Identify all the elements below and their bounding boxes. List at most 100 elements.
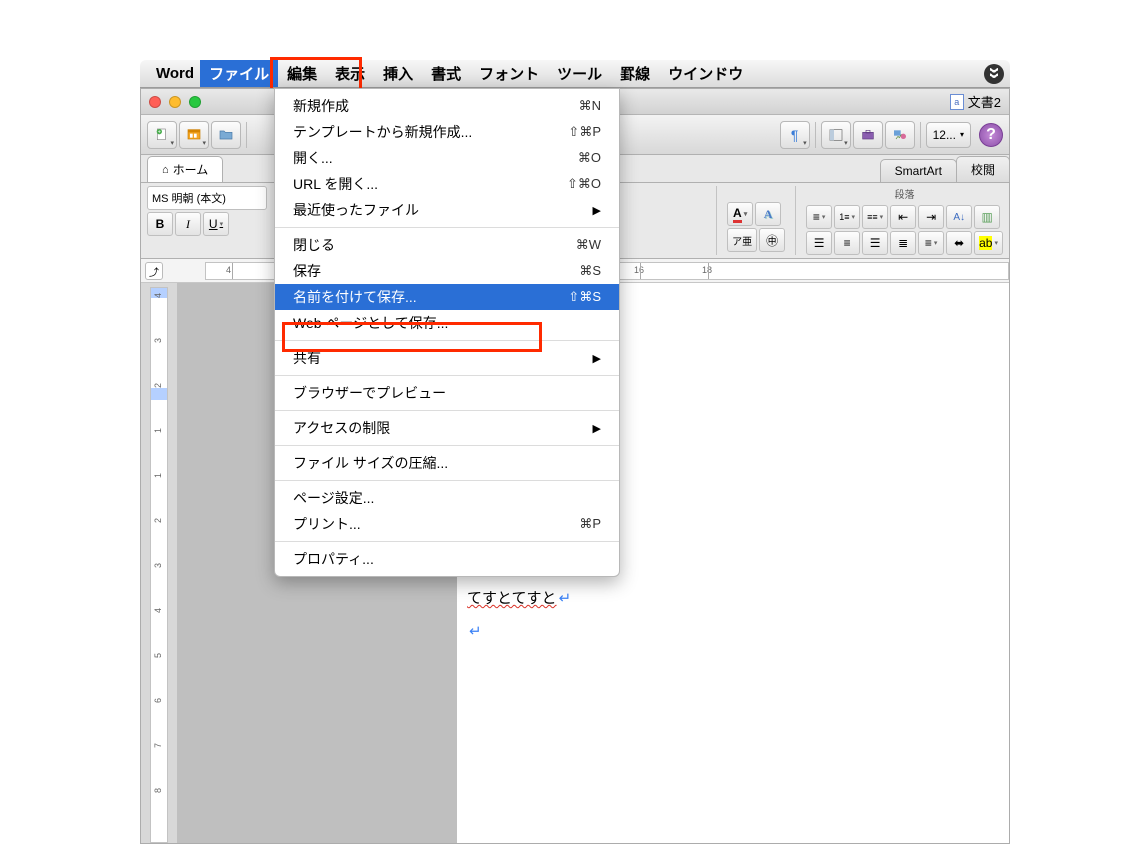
columns-button[interactable]: ▥ (974, 205, 1000, 229)
align-left-button[interactable]: ☰ (806, 231, 832, 255)
menu-window[interactable]: ウインドウ (659, 60, 752, 87)
menu-item-label: 保存 (293, 261, 321, 281)
align-right-button[interactable]: ☰ (862, 231, 888, 255)
menu-item[interactable]: URL を開く...⇧⌘O (275, 171, 619, 197)
text-line: てすとてすと↵ (467, 582, 999, 615)
menu-item-label: Web ページとして保存... (293, 313, 448, 333)
menu-separator (275, 445, 619, 446)
file-menu-dropdown: 新規作成⌘Nテンプレートから新規作成...⇧⌘P開く...⌘OURL を開く..… (274, 88, 620, 577)
text-effects-button[interactable]: A (755, 202, 781, 226)
menu-borders[interactable]: 罫線 (611, 60, 659, 87)
menu-item-label: URL を開く... (293, 174, 378, 194)
menu-item-shortcut: ⇧⌘S (568, 289, 601, 305)
zoom-selector[interactable]: 12...▾ (926, 122, 971, 148)
font-name-selector[interactable]: MS 明朝 (本文) (147, 186, 267, 210)
menu-edit[interactable]: 編集 (278, 60, 326, 87)
menu-item[interactable]: 名前を付けて保存...⇧⌘S (275, 284, 619, 310)
bullets-button[interactable]: ≡▾ (806, 205, 832, 229)
traffic-lights (149, 96, 201, 108)
vruler-number: 1 (153, 428, 163, 433)
menu-file[interactable]: ファイル (200, 60, 278, 87)
tab-review[interactable]: 校閲 (956, 156, 1010, 182)
menu-font[interactable]: フォント (470, 60, 548, 87)
menu-item[interactable]: 保存 ⌘S (275, 258, 619, 284)
menu-item[interactable]: ページ設定... (275, 485, 619, 511)
vruler-number: 2 (153, 518, 163, 523)
zoom-window-button[interactable] (189, 96, 201, 108)
distributed-button[interactable]: ⬌ (946, 231, 972, 255)
menu-tools[interactable]: ツール (548, 60, 611, 87)
open-button[interactable] (211, 121, 241, 149)
menu-item-label: プロパティ... (293, 549, 374, 569)
multilevel-list-button[interactable]: ≡≡▾ (862, 205, 888, 229)
menu-view[interactable]: 表示 (326, 60, 374, 87)
menu-item[interactable]: 最近使ったファイル ▶ (275, 197, 619, 223)
media-browser-button[interactable] (885, 121, 915, 149)
vertical-ruler[interactable]: 432112345678 (150, 287, 168, 843)
menu-item[interactable]: Web ページとして保存... (275, 310, 619, 336)
menu-item[interactable]: ファイル サイズの圧縮... (275, 450, 619, 476)
menu-item[interactable]: プロパティ... (275, 546, 619, 572)
decrease-indent-button[interactable]: ⇤ (890, 205, 916, 229)
script-menu-icon[interactable] (984, 64, 1004, 84)
underline-button[interactable]: U▾ (203, 212, 229, 236)
menu-item-shortcut: ⌘N (579, 98, 601, 114)
justify-button[interactable]: ≣ (890, 231, 916, 255)
tab-home-label: ホーム (173, 161, 209, 178)
menu-item[interactable]: 閉じる⌘W (275, 232, 619, 258)
vruler-number: 3 (153, 338, 163, 343)
app-name[interactable]: Word (156, 65, 194, 82)
show-formatting-button[interactable]: ¶▾ (780, 121, 810, 149)
menu-item[interactable]: 共有▶ (275, 345, 619, 371)
menu-item-shortcut: ⌘S (579, 263, 601, 279)
menu-item-label: 開く... (293, 148, 333, 168)
toolbar-separator (815, 122, 816, 148)
menu-item-label: 最近使ったファイル (293, 200, 419, 220)
menu-item[interactable]: アクセスの制限▶ (275, 415, 619, 441)
menu-item-label: アクセスの制限 (293, 418, 390, 438)
bold-button[interactable]: B (147, 212, 173, 236)
numbering-button[interactable]: 1≡▾ (834, 205, 860, 229)
close-window-button[interactable] (149, 96, 161, 108)
tab-selector[interactable]: ⤴ (145, 262, 163, 280)
template-gallery-button[interactable]: ▾ (179, 121, 209, 149)
document-title: a 文書2 (950, 92, 1001, 111)
ruler-number: 16 (634, 265, 644, 275)
enclose-chars-button[interactable]: ㊥ (759, 228, 785, 252)
phonetic-guide-button[interactable]: ア亜 (727, 228, 757, 252)
tab-smartart[interactable]: SmartArt (880, 159, 957, 182)
ribbon-separator (795, 186, 796, 255)
highlight-button[interactable]: ab▾ (974, 231, 1003, 255)
increase-indent-button[interactable]: ⇥ (918, 205, 944, 229)
sort-button[interactable]: A↓ (946, 205, 972, 229)
menu-item[interactable]: ブラウザーでプレビュー (275, 380, 619, 406)
toolbar-separator (246, 122, 247, 148)
menu-separator (275, 480, 619, 481)
font-color-button[interactable]: A▾ (727, 202, 753, 226)
menu-item[interactable]: 新規作成⌘N (275, 93, 619, 119)
tab-home[interactable]: ⌂ホーム (147, 156, 223, 182)
submenu-arrow-icon: ▶ (593, 352, 601, 365)
vertical-ruler-container: 432112345678 (141, 283, 177, 843)
menu-separator (275, 340, 619, 341)
menu-item[interactable]: 開く...⌘O (275, 145, 619, 171)
font-effects-group: A▾ A ア亜 ㊥ (727, 186, 785, 252)
menu-item[interactable]: プリント...⌘P (275, 511, 619, 537)
sidebar-button[interactable]: ▾ (821, 121, 851, 149)
toolbox-button[interactable] (853, 121, 883, 149)
menu-item[interactable]: テンプレートから新規作成...⇧⌘P (275, 119, 619, 145)
minimize-window-button[interactable] (169, 96, 181, 108)
align-center-button[interactable]: ≡ (834, 231, 860, 255)
help-button[interactable]: ? (979, 123, 1003, 147)
new-document-button[interactable]: + ▾ (147, 121, 177, 149)
menu-format[interactable]: 書式 (422, 60, 470, 87)
paragraph-mark-icon: ↵ (559, 590, 572, 607)
italic-button[interactable]: I (175, 212, 201, 236)
menu-item-label: ファイル サイズの圧縮... (293, 453, 448, 473)
menu-item-label: テンプレートから新規作成... (293, 122, 472, 142)
menu-insert[interactable]: 挿入 (374, 60, 422, 87)
submenu-arrow-icon: ▶ (593, 204, 601, 217)
menu-item-shortcut: ⌘P (579, 516, 601, 532)
menu-item-label: ページ設定... (293, 488, 374, 508)
line-spacing-button[interactable]: ≡▾ (918, 231, 944, 255)
